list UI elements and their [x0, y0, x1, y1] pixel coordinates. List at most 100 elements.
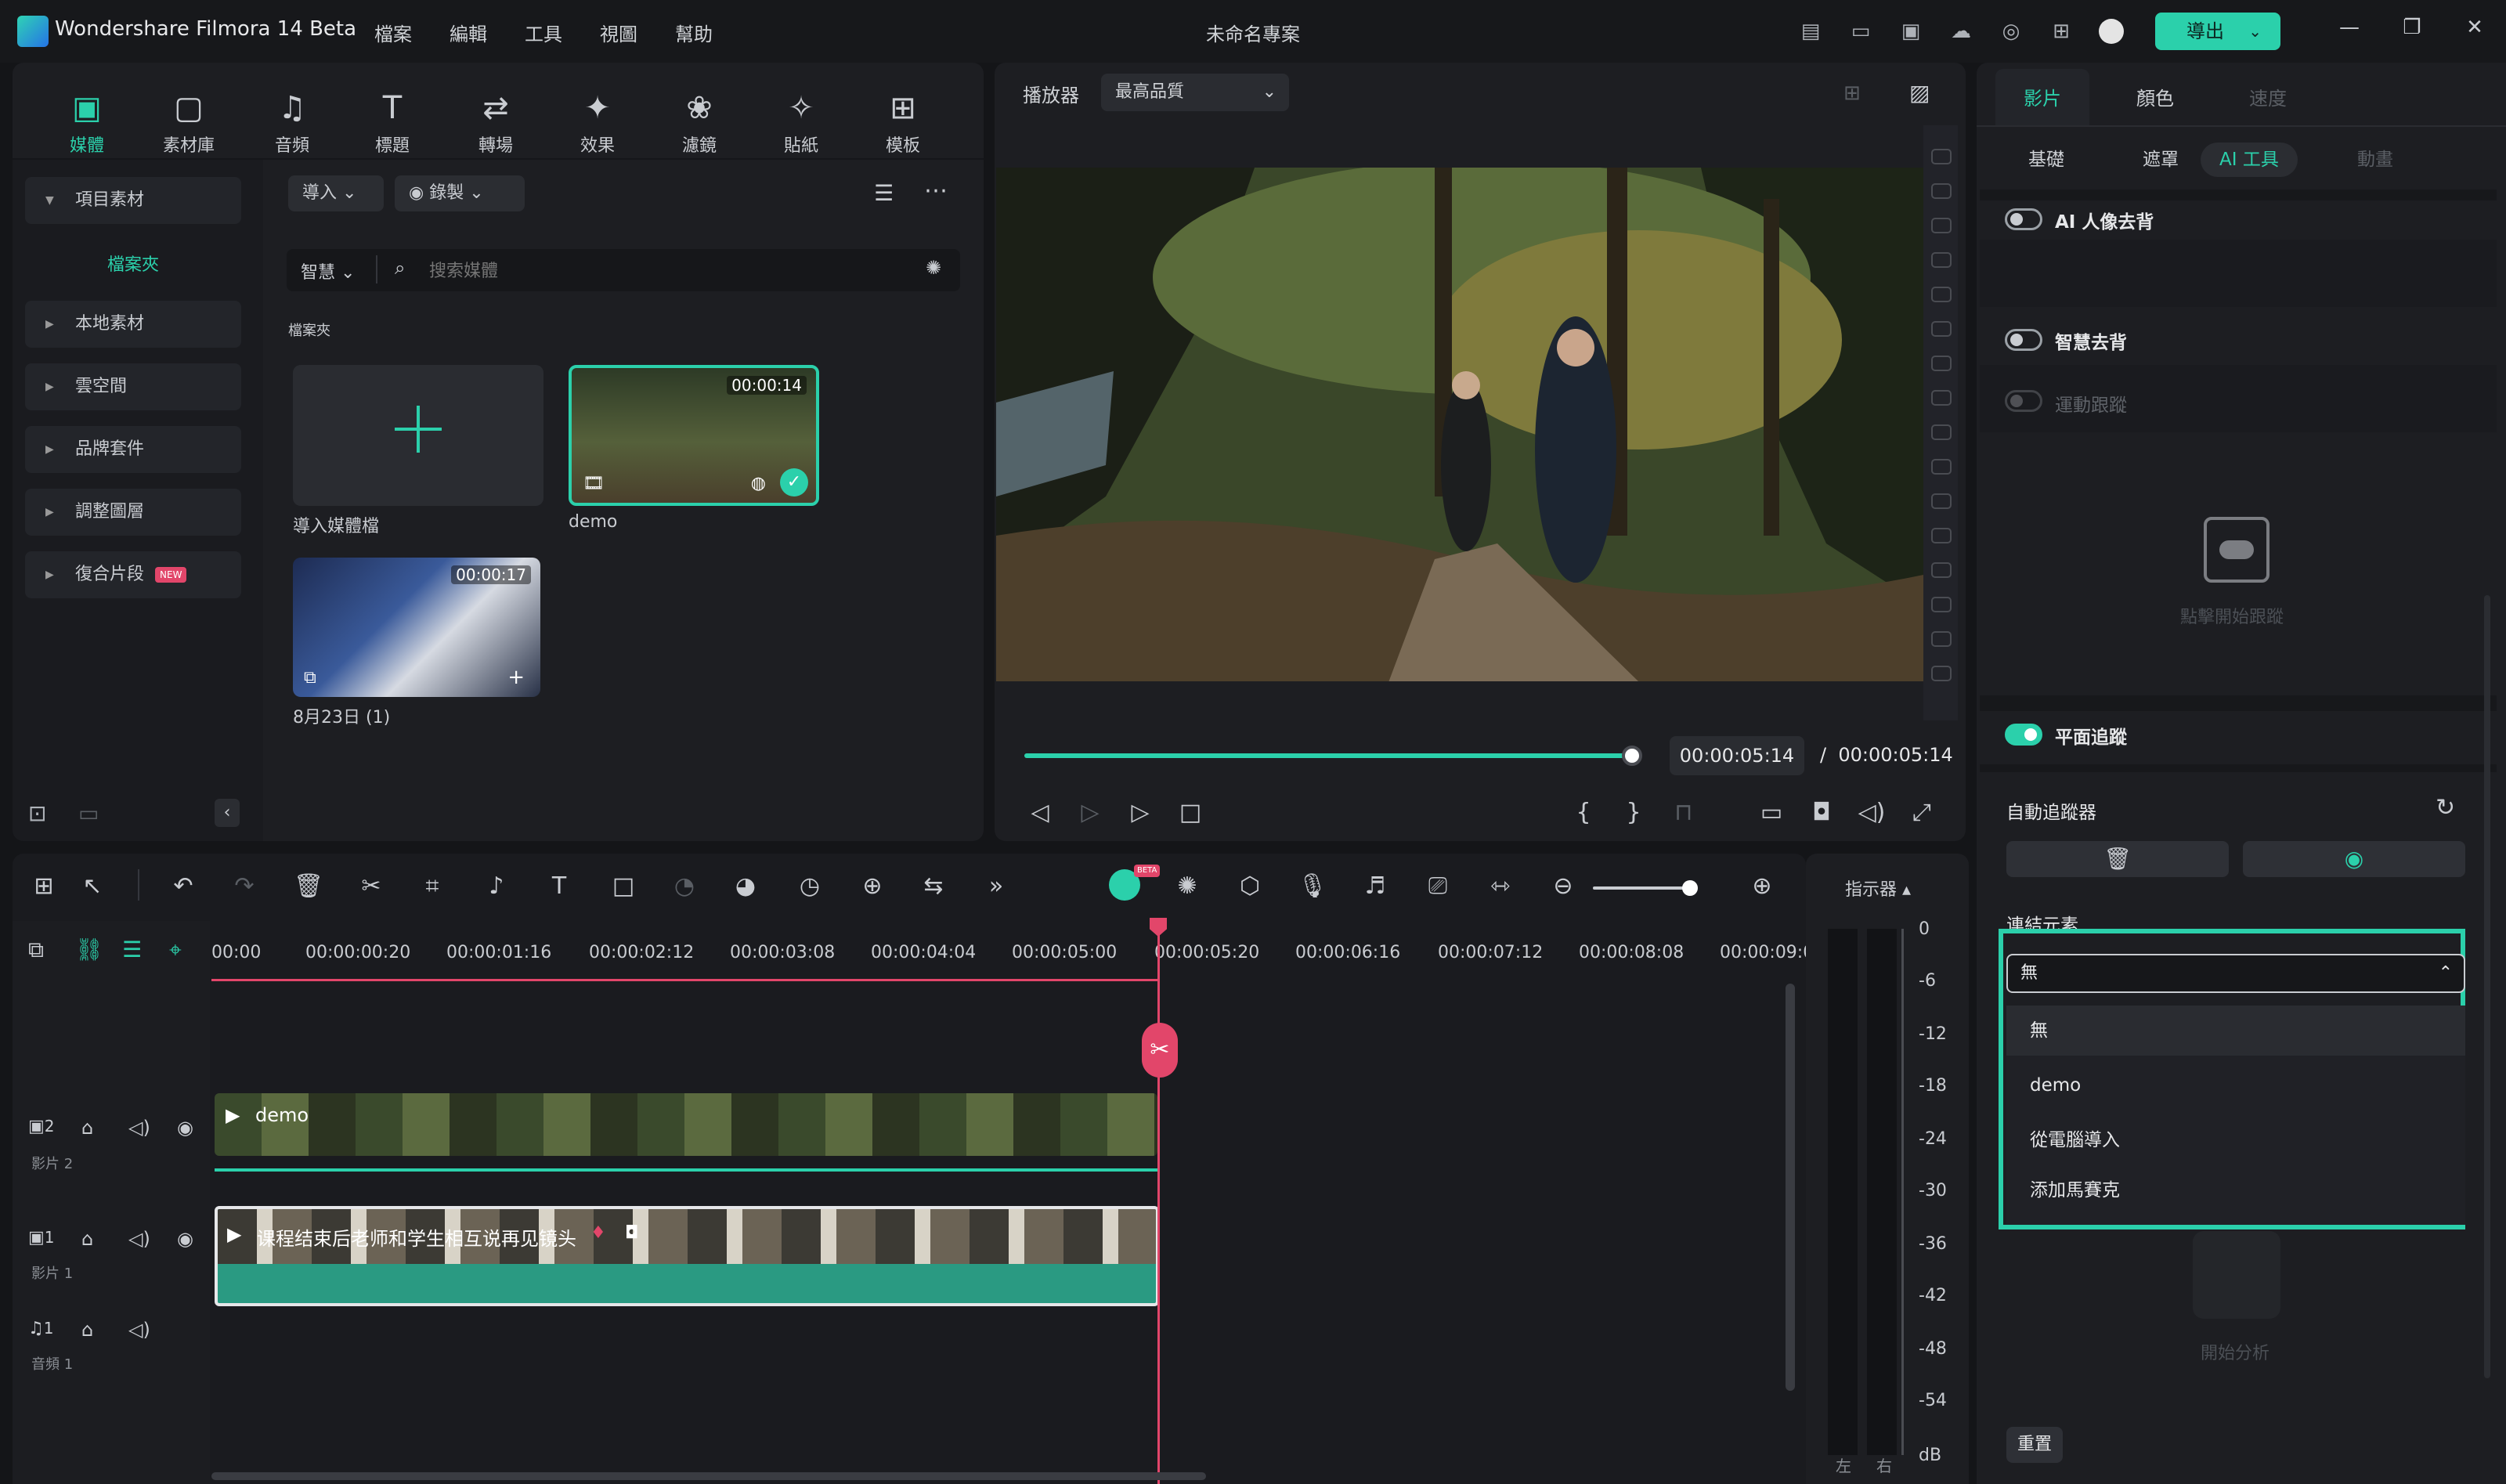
search-input[interactable]: [429, 255, 883, 287]
mark-out-icon[interactable]: }: [1618, 799, 1649, 826]
tab-audio[interactable]: ♫ 音頻: [249, 88, 335, 157]
option-none[interactable]: 無: [2006, 1006, 2465, 1056]
record-button[interactable]: ◉ 錄製 ⌄: [395, 175, 525, 211]
prev-frame-icon[interactable]: ◁: [1024, 799, 1056, 826]
sidebar-item-project-media[interactable]: ▼ 項目素材: [25, 177, 241, 224]
refresh-icon[interactable]: ↻: [2436, 794, 2455, 821]
new-folder-icon[interactable]: ⊡: [28, 800, 46, 826]
zoom-out-icon[interactable]: ⊖: [1546, 872, 1580, 900]
smart-cutout-toggle[interactable]: [2005, 329, 2042, 351]
insert-icon[interactable]: ⊓: [1668, 799, 1699, 826]
export-button[interactable]: 導出 ⌄: [2155, 13, 2280, 50]
menu-help[interactable]: 幫助: [675, 19, 713, 46]
lock-icon[interactable]: ⌂: [81, 1117, 93, 1139]
zoom-slider-knob[interactable]: [1682, 880, 1698, 896]
support-icon[interactable]: ◎: [1999, 19, 2024, 44]
eye-icon[interactable]: ◉: [177, 1117, 193, 1139]
crop-icon[interactable]: ⌗: [415, 872, 450, 900]
timeline-ruler[interactable]: 00:00 00:00:00:20 00:00:01:16 00:00:02:1…: [211, 927, 1814, 980]
preview-tracker-button[interactable]: ◉: [2243, 841, 2465, 877]
chevron-down-icon[interactable]: ⌄: [2248, 13, 2262, 50]
delete-tracker-button[interactable]: 🗑: [2006, 841, 2229, 877]
media-clip-demo[interactable]: 00:00:14 🎞 ◍ ✓: [569, 365, 819, 506]
avatar[interactable]: [2099, 19, 2124, 44]
clip-demo[interactable]: ▶ demo: [215, 1093, 1157, 1156]
option-demo[interactable]: demo: [2006, 1060, 2465, 1110]
minimize-icon[interactable]: —: [2334, 16, 2365, 39]
link-element-select[interactable]: 無 ⌃: [2006, 954, 2465, 993]
analysis-icon[interactable]: [2193, 1231, 2280, 1319]
mic-icon[interactable]: 🎙: [1295, 872, 1330, 900]
tab-stock[interactable]: ▢ 素材庫: [146, 88, 232, 157]
menu-edit[interactable]: 編輯: [450, 19, 487, 46]
panel-scrollbar[interactable]: [2484, 595, 2490, 1378]
close-icon[interactable]: ✕: [2459, 16, 2490, 39]
display-icon[interactable]: ▭: [1756, 799, 1787, 826]
more-icon[interactable]: ⋯: [924, 177, 948, 204]
eye-icon[interactable]: ◉: [177, 1228, 193, 1250]
sidebar-item-cloud[interactable]: ▶ 雲空間: [25, 363, 241, 410]
delete-icon[interactable]: 🗑: [291, 872, 326, 900]
snapshot-icon[interactable]: ◘: [1806, 799, 1837, 826]
restore-icon[interactable]: ❐: [2396, 16, 2428, 39]
subtab-mask[interactable]: 遮罩: [2124, 143, 2197, 177]
smart-filter[interactable]: 智慧 ⌄: [301, 258, 355, 283]
timer-icon[interactable]: ◷: [793, 872, 827, 900]
lock-icon[interactable]: ⌂: [81, 1228, 93, 1250]
split-scissor-icon[interactable]: ✂: [1142, 1023, 1178, 1078]
sidebar-item-folder[interactable]: 檔案夾: [25, 243, 241, 288]
undo-icon[interactable]: ↶: [166, 872, 200, 900]
mute-icon[interactable]: ◁): [128, 1319, 150, 1341]
reset-button[interactable]: 重置: [2006, 1427, 2063, 1463]
ai-portrait-toggle[interactable]: [2005, 208, 2042, 230]
menu-view[interactable]: 視圖: [600, 19, 637, 46]
tab-media[interactable]: ▣ 媒體: [44, 88, 130, 157]
motion-tracking-toggle[interactable]: [2005, 390, 2042, 412]
subtab-basic[interactable]: 基礎: [2009, 143, 2083, 177]
option-import-from-pc[interactable]: 從電腦導入: [2006, 1115, 2465, 1165]
sidebar-item-local[interactable]: ▶ 本地素材: [25, 301, 241, 348]
auto-highlight-icon[interactable]: ✺: [1170, 872, 1204, 900]
sidebar-item-adjust[interactable]: ▶ 調整圖層: [25, 489, 241, 536]
ai-translate-icon[interactable]: ⇆: [916, 872, 951, 900]
screen-record-icon[interactable]: ⎚: [1421, 872, 1455, 900]
menu-file[interactable]: 檔案: [374, 19, 412, 46]
mute-icon[interactable]: ◁): [128, 1228, 150, 1250]
tab-titles[interactable]: T 標題: [349, 88, 435, 157]
zoom-slider[interactable]: [1593, 886, 1690, 890]
save-icon[interactable]: ▣: [1898, 19, 1923, 44]
track-manager-icon[interactable]: ☰: [122, 937, 142, 962]
layout-icon[interactable]: ▭: [1848, 19, 1873, 44]
split-icon[interactable]: ✂: [354, 872, 388, 900]
snap-icon[interactable]: ⌖: [169, 937, 182, 963]
text-icon[interactable]: T: [542, 872, 576, 900]
tab-templates[interactable]: ⊞ 模板: [860, 88, 946, 157]
marker-icon[interactable]: ⬡: [1233, 872, 1267, 900]
filter-sort-icon[interactable]: ☰: [874, 180, 894, 206]
sidebar-item-compound[interactable]: ▶ 復合片段 NEW: [25, 551, 241, 598]
speed-icon[interactable]: ◔: [667, 872, 702, 900]
menu-tools[interactable]: 工具: [525, 19, 562, 46]
timeline-hscroll[interactable]: [211, 1472, 1206, 1480]
clip-classroom[interactable]: ▶ 课程结束后老师和学生相互说再见镜头 ♦ ◘: [215, 1206, 1159, 1306]
collapse-sidebar-icon[interactable]: ‹: [215, 799, 240, 827]
import-button[interactable]: 導入 ⌄: [288, 175, 384, 211]
select-tool-icon[interactable]: ↖: [75, 872, 110, 900]
tab-video[interactable]: 影片: [2024, 83, 2061, 110]
color-icon[interactable]: ◕: [728, 872, 763, 900]
timeline-vscroll[interactable]: [1786, 984, 1795, 1391]
add-track-icon[interactable]: ⧉: [28, 937, 44, 963]
motion-track-icon[interactable]: ⊕: [855, 872, 890, 900]
layout-grid-icon[interactable]: ⊞: [27, 872, 61, 900]
cloud-icon[interactable]: ☁: [1948, 19, 1973, 44]
tab-color[interactable]: 顏色: [2136, 83, 2174, 110]
shape-icon[interactable]: □: [606, 872, 641, 900]
tab-filters[interactable]: ❀ 濾鏡: [656, 88, 742, 157]
video-preview[interactable]: [996, 160, 1923, 684]
apps-grid-icon[interactable]: ⊞: [2049, 19, 2074, 44]
playback-knob[interactable]: [1622, 746, 1642, 766]
sidebar-item-brand[interactable]: ▶ 品牌套件: [25, 426, 241, 473]
mark-in-icon[interactable]: {: [1568, 799, 1599, 826]
option-add-mosaic[interactable]: 添加馬賽克: [2006, 1165, 2465, 1215]
folder-icon[interactable]: ▭: [78, 800, 99, 826]
